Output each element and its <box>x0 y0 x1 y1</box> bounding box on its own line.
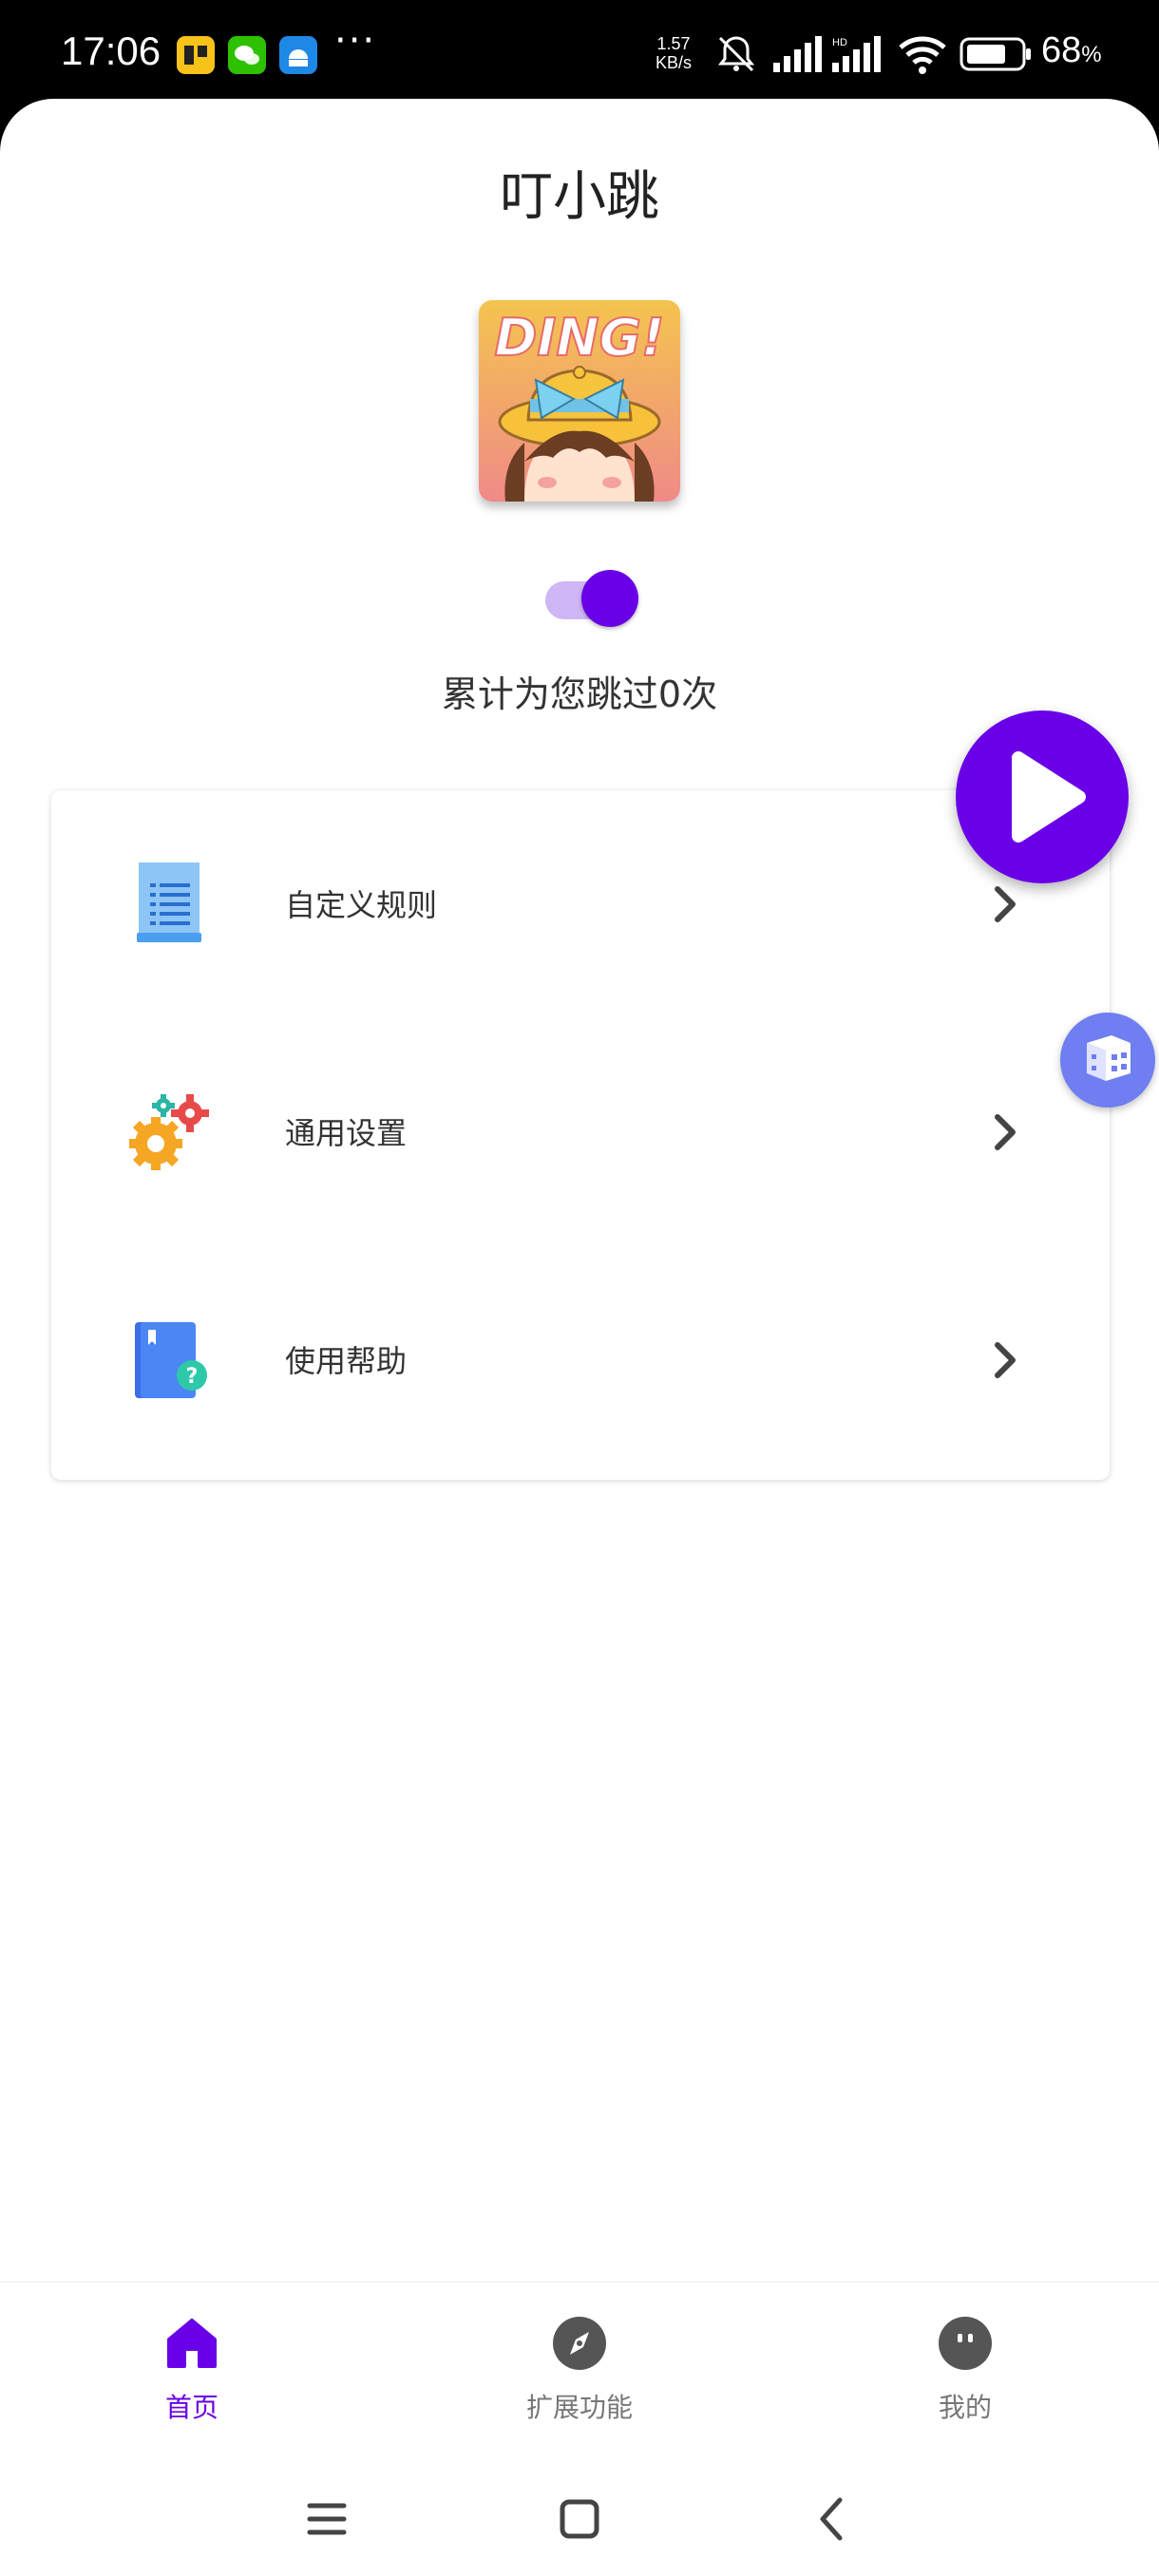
floating-cube-button[interactable] <box>1060 1013 1155 1108</box>
play-fab-button[interactable] <box>956 710 1129 883</box>
nav-label: 我的 <box>938 2392 992 2423</box>
nav-label: 扩展功能 <box>525 2392 633 2423</box>
app-screen: 叮小跳 DING! 累计为您跳过0次 自定义规则 通用设置 ? 使用帮助 首页 … <box>0 99 1159 2576</box>
home-square-icon[interactable] <box>551 2491 608 2548</box>
play-icon <box>1012 751 1086 843</box>
menu-item-label: 通用设置 <box>285 1115 408 1151</box>
menu-card: 自定义规则 通用设置 ? 使用帮助 <box>51 790 1110 1480</box>
bottom-navigation: 首页 扩展功能 我的 <box>0 2282 1159 2468</box>
profile-face-icon <box>937 2315 994 2372</box>
nav-tab-home[interactable]: 首页 <box>49 2282 334 2469</box>
battery-icon <box>960 36 1034 76</box>
chevron-right-icon <box>986 881 1024 927</box>
notification-app-icon <box>177 36 215 74</box>
skip-count-text: 累计为您跳过0次 <box>441 673 718 715</box>
gears-icon <box>124 1085 215 1176</box>
page-title: 叮小跳 <box>500 166 659 228</box>
android-icon <box>279 36 317 74</box>
menu-item-help[interactable]: ? 使用帮助 <box>51 1246 1110 1474</box>
net-speed-unit: KB/s <box>656 53 693 72</box>
menu-item-custom-rules[interactable]: 自定义规则 <box>51 790 1110 1018</box>
service-toggle-switch[interactable] <box>545 568 640 629</box>
more-notifications-icon: ··· <box>334 19 377 63</box>
battery-unit: % <box>1081 42 1102 67</box>
help-book-icon: ? <box>124 1313 215 1404</box>
switch-knob <box>581 570 638 627</box>
signal-hd-icon: HD <box>832 36 889 78</box>
battery-value: 68 <box>1041 30 1082 70</box>
chevron-right-icon <box>986 1109 1024 1155</box>
avatar-logo-text: DING! <box>494 308 664 368</box>
cube-icon <box>1087 1035 1130 1081</box>
chevron-right-icon <box>986 1337 1024 1383</box>
menu-item-general-settings[interactable]: 通用设置 <box>51 1018 1110 1246</box>
signal-icon <box>773 36 823 78</box>
svg-text:?: ? <box>186 1365 199 1389</box>
mute-icon <box>714 32 758 80</box>
compass-icon <box>551 2315 608 2372</box>
nav-label: 首页 <box>164 2392 218 2423</box>
wifi-icon <box>897 34 948 78</box>
menu-item-label: 自定义规则 <box>285 887 438 923</box>
status-time: 17:06 <box>61 28 162 73</box>
home-icon <box>163 2315 220 2372</box>
menu-lines-icon[interactable] <box>298 2491 355 2548</box>
wechat-icon <box>228 36 266 74</box>
menu-item-label: 使用帮助 <box>285 1343 408 1379</box>
back-chevron-icon[interactable] <box>804 2491 861 2548</box>
svg-text:HD: HD <box>832 37 847 48</box>
battery-percent: 68% <box>1041 30 1102 71</box>
net-speed: 1.57 KB/s <box>656 34 692 72</box>
nav-tab-extensions[interactable]: 扩展功能 <box>437 2282 722 2469</box>
status-bar: 17:06 ··· 1.57 KB/s HD 68% <box>0 0 1159 104</box>
app-logo-avatar: DING! <box>479 300 680 502</box>
nav-tab-mine[interactable]: 我的 <box>823 2282 1108 2469</box>
net-speed-value: 1.57 <box>656 34 691 53</box>
system-navigation-bar <box>0 2468 1159 2576</box>
document-list-icon <box>124 857 215 948</box>
